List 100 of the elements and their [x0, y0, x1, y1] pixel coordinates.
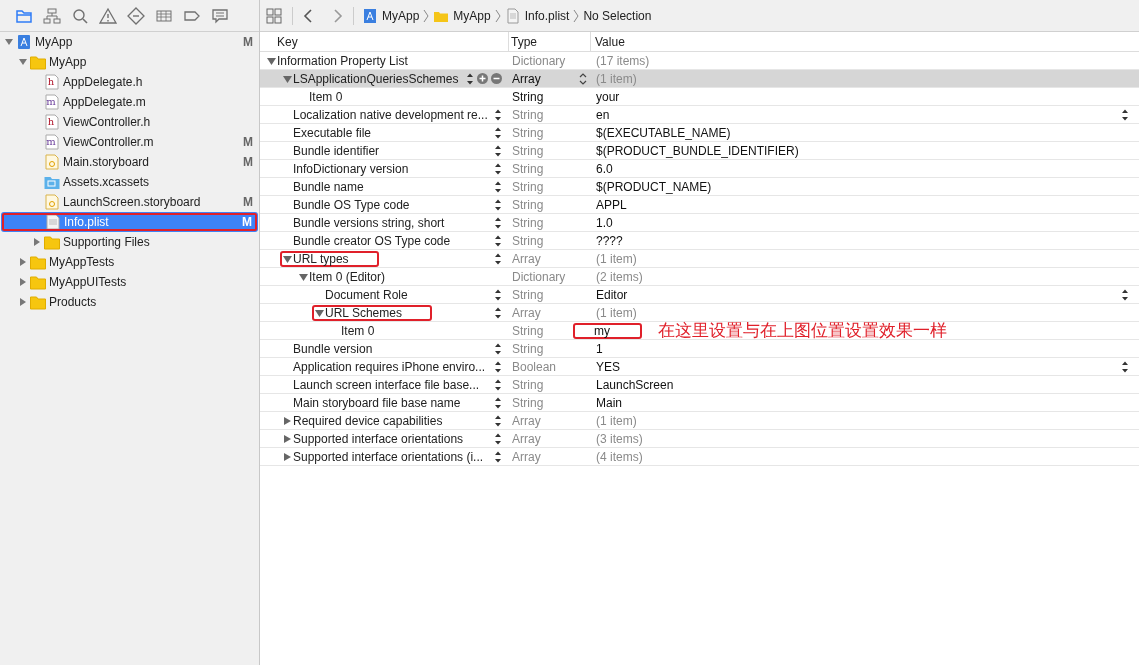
tree-item[interactable]: m ViewController.m M [0, 132, 259, 152]
plist-row[interactable]: Bundle name String $(PRODUCT_NAME) [260, 178, 1139, 196]
plist-row[interactable]: URL types Array (1 item) [260, 250, 1139, 268]
add-icon[interactable] [477, 73, 488, 84]
column-header[interactable]: Value [590, 32, 1139, 51]
breadcrumb-item[interactable]: No Selection [583, 6, 652, 25]
type-text: String [512, 106, 545, 124]
chevron-up-down-icon[interactable] [578, 71, 588, 86]
tree-item[interactable]: MyApp [0, 52, 259, 72]
value-text: (17 items) [596, 52, 650, 70]
tree-item[interactable]: Info.plist M [1, 212, 258, 232]
breadcrumb-item[interactable]: Info.plist [524, 6, 570, 25]
disclosure-triangle-collapsed-icon[interactable] [18, 257, 28, 267]
stepper-icon[interactable] [494, 162, 502, 175]
header-file-icon: h [44, 114, 60, 130]
plist-row[interactable]: Bundle OS Type code String APPL [260, 196, 1139, 214]
plist-row[interactable]: URL Schemes Array (1 item) [260, 304, 1139, 322]
plist-row[interactable]: Executable file String $(EXECUTABLE_NAME) [260, 124, 1139, 142]
key-text: Bundle versions string, short [293, 214, 445, 232]
disclosure-triangle-collapsed-icon[interactable] [18, 277, 28, 287]
stepper-icon[interactable] [494, 288, 502, 301]
tree-item[interactable]: Main.storyboard M [0, 152, 259, 172]
tree-item[interactable]: Supporting Files [0, 232, 259, 252]
stepper-icon[interactable] [494, 306, 502, 319]
value-text: your [596, 88, 620, 106]
tree-item[interactable]: Assets.xcassets [0, 172, 259, 192]
stepper-icon[interactable] [494, 432, 502, 445]
warning-icon[interactable] [99, 6, 117, 25]
plist-row[interactable]: Bundle version String 1 [260, 340, 1139, 358]
plist-row[interactable]: Application requires iPhone enviro... Boolean YES [260, 358, 1139, 376]
plist-row[interactable]: Supported interface orientations Array (3 items) [260, 430, 1139, 448]
stepper-icon[interactable] [494, 414, 502, 427]
search-icon[interactable] [71, 6, 89, 25]
plist-row[interactable]: Document Role String Editor [260, 286, 1139, 304]
plist-row[interactable]: Required device capabilities Array (1 item) [260, 412, 1139, 430]
stepper-icon[interactable] [494, 234, 502, 247]
disclosure-triangle-collapsed-icon[interactable] [32, 237, 42, 247]
key-text: Bundle name [293, 178, 364, 196]
tree-item[interactable]: h AppDelegate.h [0, 72, 259, 92]
key-text: URL Schemes [325, 304, 402, 322]
stepper-icon[interactable] [494, 450, 502, 463]
disclosure-triangle-expanded-icon[interactable] [314, 307, 325, 318]
tree-item[interactable]: Products [0, 292, 259, 312]
disclosure-triangle-collapsed-icon[interactable] [282, 415, 293, 426]
grid-icon[interactable] [266, 7, 282, 24]
plist-row[interactable]: Bundle identifier String $(PRODUCT_BUNDLE_IDENTIFIER) [260, 142, 1139, 160]
storyboard-file-icon [44, 154, 60, 170]
plist-row[interactable]: Localization native development re... String en [260, 106, 1139, 124]
tree-item[interactable]: MyAppTests [0, 252, 259, 272]
plist-row[interactable]: InfoDictionary version String 6.0 [260, 160, 1139, 178]
plist-row[interactable]: LSApplicationQueriesSchemes Array (1 item) [260, 70, 1139, 88]
disclosure-triangle-collapsed-icon[interactable] [18, 297, 28, 307]
plist-row[interactable]: Main storyboard file base name String Main [260, 394, 1139, 412]
plist-row[interactable]: Supported interface orientations (i... Array (4 items) [260, 448, 1139, 466]
disclosure-triangle-expanded-icon[interactable] [266, 55, 277, 66]
stepper-icon[interactable] [494, 180, 502, 193]
stepper-icon[interactable] [494, 378, 502, 391]
tree-item[interactable]: MyAppUITests [0, 272, 259, 292]
plist-row[interactable]: Launch screen interface file base... String LaunchScreen [260, 376, 1139, 394]
stepper-icon[interactable] [494, 108, 502, 121]
stepper-icon[interactable] [1121, 288, 1129, 301]
column-header[interactable]: Type [508, 32, 590, 51]
disclosure-triangle-expanded-icon[interactable] [282, 73, 293, 84]
plist-row[interactable]: Bundle creator OS Type code String ???? [260, 232, 1139, 250]
stepper-icon[interactable] [466, 72, 474, 85]
disclosure-triangle-collapsed-icon[interactable] [282, 451, 293, 462]
tree-item[interactable]: LaunchScreen.storyboard M [0, 192, 259, 212]
stepper-icon[interactable] [494, 144, 502, 157]
disclosure-triangle-expanded-icon[interactable] [18, 57, 28, 67]
stepper-icon[interactable] [494, 216, 502, 229]
plist-row[interactable]: Bundle versions string, short String 1.0 [260, 214, 1139, 232]
stepper-icon[interactable] [1121, 108, 1129, 121]
breadcrumb-item[interactable]: MyApp [453, 6, 491, 25]
stepper-icon[interactable] [494, 198, 502, 211]
stepper-icon[interactable] [494, 252, 502, 265]
disclosure-triangle-expanded-icon[interactable] [282, 253, 293, 264]
document-icon [504, 7, 521, 24]
breadcrumb-item[interactable]: MyApp [382, 6, 420, 25]
disclosure-triangle-collapsed-icon[interactable] [282, 433, 293, 444]
tree-item[interactable]: m AppDelegate.m [0, 92, 259, 112]
hierarchy-icon[interactable] [43, 6, 61, 25]
stepper-icon[interactable] [494, 360, 502, 373]
diamond-minus-icon[interactable] [127, 6, 145, 25]
stepper-icon[interactable] [494, 396, 502, 409]
plist-row[interactable]: Item 0 (Editor) Dictionary (2 items) [260, 268, 1139, 286]
plist-row[interactable]: Item 0 String my 在这里设置与在上图位置设置效果一样 [260, 322, 1139, 340]
tree-item[interactable]: h ViewController.h [0, 112, 259, 132]
disclosure-triangle-expanded-icon[interactable] [4, 37, 14, 47]
stepper-icon[interactable] [494, 342, 502, 355]
disclosure-triangle-expanded-icon[interactable] [298, 271, 309, 282]
stepper-icon[interactable] [494, 126, 502, 139]
folder-icon [30, 54, 46, 70]
status-label: M [242, 214, 252, 231]
tree-item[interactable]: MyApp M [0, 32, 259, 52]
chevron-icon [573, 8, 580, 23]
plist-row[interactable]: Item 0 String your [260, 88, 1139, 106]
remove-icon[interactable] [491, 73, 502, 84]
speech-bubble-icon[interactable] [211, 6, 229, 25]
column-header[interactable]: Key [260, 32, 508, 51]
stepper-icon[interactable] [1121, 360, 1129, 373]
